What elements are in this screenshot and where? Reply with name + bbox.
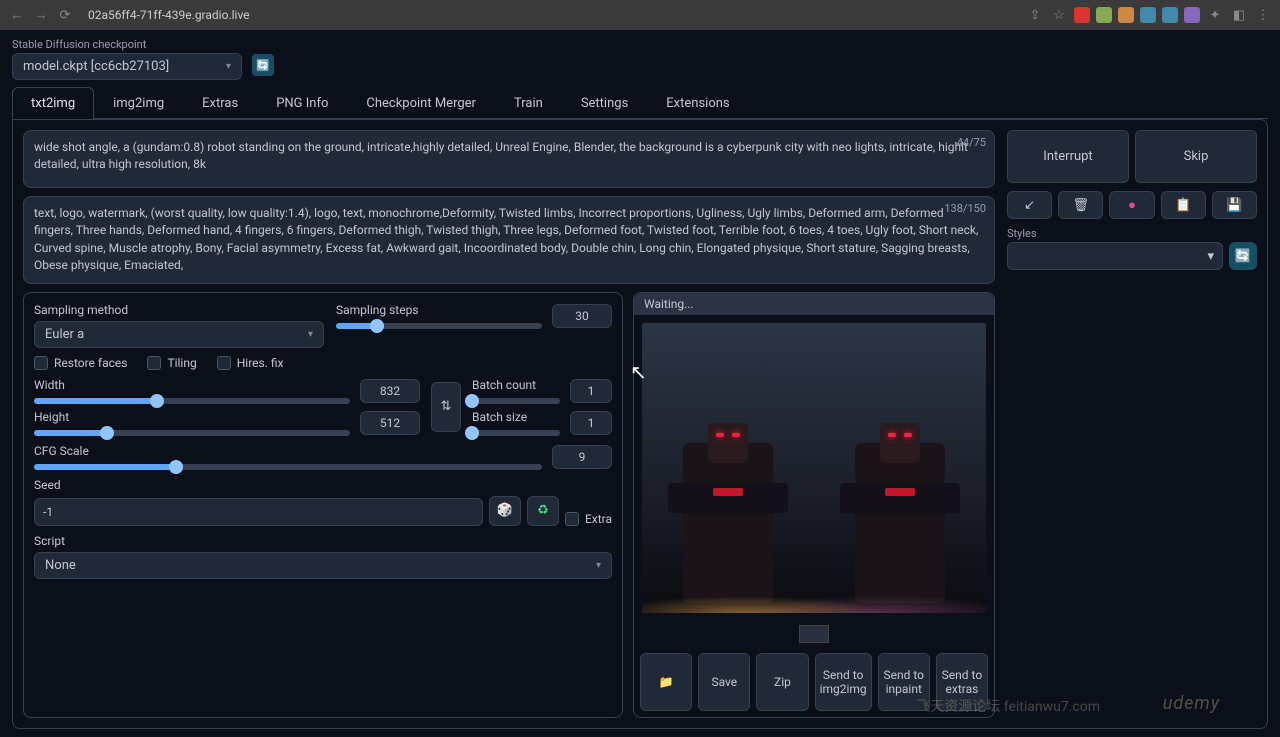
checkpoint-label: Stable Diffusion checkpoint <box>12 38 242 51</box>
tab-pnginfo[interactable]: PNG Info <box>257 87 347 119</box>
prompt-input[interactable]: wide shot angle, a (gundam:0.8) robot st… <box>23 130 995 188</box>
chevron-down-icon: ▾ <box>308 329 313 340</box>
prompt-token-count: 44/75 <box>957 135 986 151</box>
zip-button[interactable]: Zip <box>756 653 808 711</box>
ext-icon[interactable] <box>1118 7 1134 23</box>
batch-count-label: Batch count <box>472 378 560 392</box>
sampling-steps-label: Sampling steps <box>336 303 542 317</box>
styles-label: Styles <box>1007 227 1257 240</box>
checkpoint-value: model.ckpt [cc6cb27103] <box>23 59 169 74</box>
ext-icon[interactable] <box>1184 7 1200 23</box>
extra-networks-button[interactable]: ● <box>1109 191 1154 219</box>
tab-extras[interactable]: Extras <box>183 87 257 119</box>
back-icon[interactable]: ← <box>8 6 26 24</box>
cfg-slider[interactable] <box>34 464 542 470</box>
extension-icons: ⇪ ☆ ✦ ◧ ⋮ <box>1026 6 1272 24</box>
skip-button[interactable]: Skip <box>1135 130 1257 183</box>
preview-image[interactable] <box>642 323 986 613</box>
ext-icon[interactable] <box>1140 7 1156 23</box>
ext-icon[interactable] <box>1096 7 1112 23</box>
menu-icon[interactable]: ⋮ <box>1254 6 1272 24</box>
sampling-method-label: Sampling method <box>34 303 324 317</box>
interrupt-button[interactable]: Interrupt <box>1007 130 1129 183</box>
seed-input[interactable]: -1 <box>34 498 483 526</box>
tab-checkpoint-merger[interactable]: Checkpoint Merger <box>347 87 495 119</box>
ext-icon[interactable] <box>1074 7 1090 23</box>
hires-fix-checkbox[interactable]: Hires. fix <box>217 356 284 370</box>
open-folder-button[interactable]: 📁 <box>640 653 692 711</box>
star-icon[interactable]: ☆ <box>1050 6 1068 24</box>
panel-icon[interactable]: ◧ <box>1230 6 1248 24</box>
watermark: udemy <box>1163 693 1220 714</box>
batch-count-value[interactable]: 1 <box>570 379 612 403</box>
reuse-seed-button[interactable]: ♻ <box>527 496 559 526</box>
width-value[interactable]: 832 <box>360 379 420 403</box>
styles-select[interactable]: ▾ <box>1007 242 1223 270</box>
save-button[interactable]: Save <box>698 653 750 711</box>
batch-size-slider[interactable] <box>472 430 560 436</box>
batch-count-slider[interactable] <box>472 398 560 404</box>
height-label: Height <box>34 410 350 424</box>
chevron-down-icon: ▾ <box>1207 249 1214 264</box>
reload-icon[interactable]: ⟳ <box>56 6 74 24</box>
width-slider[interactable] <box>34 398 350 404</box>
tab-settings[interactable]: Settings <box>562 87 647 119</box>
negative-token-count: 138/150 <box>944 201 986 217</box>
send-to-img2img-button[interactable]: Send to img2img <box>815 653 872 711</box>
save-style-button[interactable]: 💾 <box>1212 191 1257 219</box>
sampling-method-select[interactable]: Euler a ▾ <box>34 321 324 348</box>
cfg-value[interactable]: 9 <box>552 445 612 469</box>
clear-prompt-button[interactable]: 🗑 <box>1058 191 1103 219</box>
checkpoint-select[interactable]: model.ckpt [cc6cb27103] ▾ <box>12 53 242 80</box>
sampling-steps-value[interactable]: 30 <box>552 304 612 328</box>
restore-faces-checkbox[interactable]: Restore faces <box>34 356 127 370</box>
url-display[interactable]: 02a56ff4-71ff-439e.gradio.live <box>88 8 250 22</box>
gallery-thumbnail[interactable] <box>799 625 829 643</box>
forward-icon[interactable]: → <box>32 6 50 24</box>
chevron-down-icon: ▾ <box>596 560 601 571</box>
negative-prompt-input[interactable]: text, logo, watermark, (worst quality, l… <box>23 196 995 284</box>
height-value[interactable]: 512 <box>360 411 420 435</box>
tab-txt2img[interactable]: txt2img <box>12 87 94 119</box>
chevron-down-icon: ▾ <box>226 61 231 72</box>
watermark: 飞天资源论坛 feitianwu7.com <box>916 696 1100 716</box>
script-label: Script <box>34 534 612 548</box>
seed-label: Seed <box>34 478 612 492</box>
extra-checkbox[interactable]: Extra <box>565 512 612 526</box>
clipboard-button[interactable]: 📋 <box>1161 191 1206 219</box>
tiling-checkbox[interactable]: Tiling <box>147 356 196 370</box>
extensions-icon[interactable]: ✦ <box>1206 6 1224 24</box>
width-label: Width <box>34 378 350 392</box>
refresh-checkpoint-button[interactable]: 🔄 <box>252 54 274 76</box>
preview-status: Waiting... <box>634 293 994 315</box>
browser-toolbar: ← → ⟳ 02a56ff4-71ff-439e.gradio.live ⇪ ☆… <box>0 0 1280 30</box>
share-icon[interactable]: ⇪ <box>1026 6 1044 24</box>
height-slider[interactable] <box>34 430 350 436</box>
main-tabs: txt2img img2img Extras PNG Info Checkpoi… <box>12 86 1268 119</box>
batch-size-value[interactable]: 1 <box>570 411 612 435</box>
batch-size-label: Batch size <box>472 410 560 424</box>
apply-style-button[interactable]: 🔄 <box>1229 242 1257 270</box>
swap-dimensions-button[interactable]: ⇅ <box>431 382 461 432</box>
tab-extensions[interactable]: Extensions <box>647 87 748 119</box>
random-seed-button[interactable]: 🎲 <box>489 496 521 526</box>
tab-train[interactable]: Train <box>495 87 562 119</box>
ext-icon[interactable] <box>1162 7 1178 23</box>
sampling-steps-slider[interactable] <box>336 323 542 329</box>
arrow-button[interactable]: ↙ <box>1007 191 1052 219</box>
tab-img2img[interactable]: img2img <box>94 87 183 119</box>
script-select[interactable]: None ▾ <box>34 552 612 579</box>
cfg-label: CFG Scale <box>34 444 542 458</box>
